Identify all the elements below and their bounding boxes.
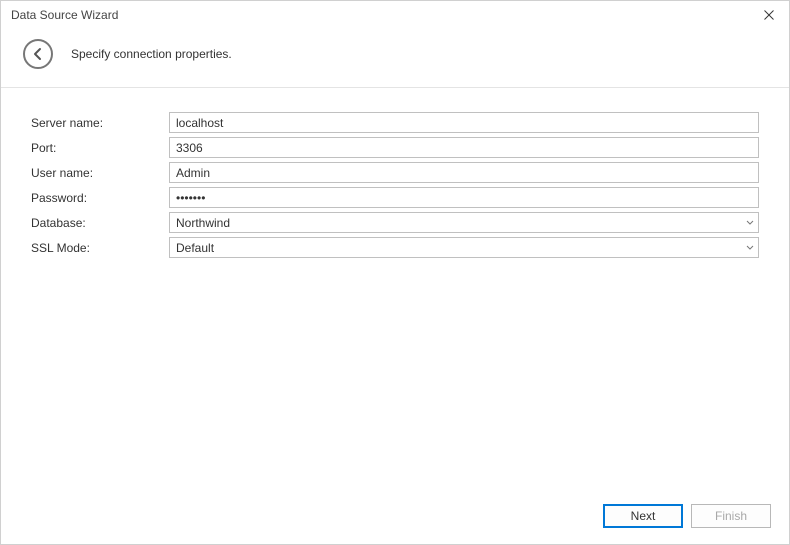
label-port: Port: <box>31 141 169 155</box>
port-input[interactable] <box>169 137 759 158</box>
window-title: Data Source Wizard <box>11 8 118 22</box>
server-name-input[interactable] <box>169 112 759 133</box>
wizard-header: Specify connection properties. <box>1 29 789 88</box>
data-source-wizard-dialog: Data Source Wizard Specify connection pr… <box>0 0 790 545</box>
wizard-subtitle: Specify connection properties. <box>71 47 232 61</box>
password-input[interactable] <box>169 187 759 208</box>
user-name-input[interactable] <box>169 162 759 183</box>
arrow-left-icon <box>31 47 45 61</box>
close-button[interactable] <box>749 1 789 29</box>
row-server-name: Server name: <box>31 112 759 133</box>
row-database: Database: <box>31 212 759 233</box>
row-ssl-mode: SSL Mode: <box>31 237 759 258</box>
next-button[interactable]: Next <box>603 504 683 528</box>
row-port: Port: <box>31 137 759 158</box>
label-password: Password: <box>31 191 169 205</box>
row-password: Password: <box>31 187 759 208</box>
label-server-name: Server name: <box>31 116 169 130</box>
finish-button[interactable]: Finish <box>691 504 771 528</box>
form-area: Server name: Port: User name: Password: <box>1 88 789 494</box>
row-user-name: User name: <box>31 162 759 183</box>
database-combo[interactable] <box>169 212 759 233</box>
wizard-footer: Next Finish <box>1 494 789 544</box>
label-user-name: User name: <box>31 166 169 180</box>
close-icon <box>764 10 774 20</box>
label-ssl-mode: SSL Mode: <box>31 241 169 255</box>
title-bar: Data Source Wizard <box>1 1 789 29</box>
label-database: Database: <box>31 216 169 230</box>
ssl-mode-combo[interactable] <box>169 237 759 258</box>
back-button[interactable] <box>23 39 53 69</box>
